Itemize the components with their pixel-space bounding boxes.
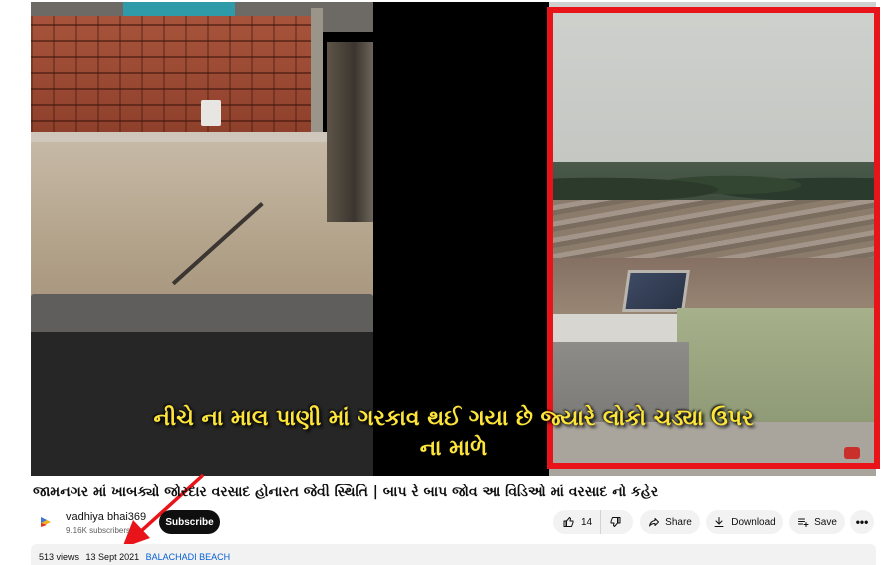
video-caption: નીચે ના માલ પાણી માં ગરકાવ થઈ ગયા છે જ્ય…	[31, 404, 876, 464]
dislike-button[interactable]	[601, 510, 629, 534]
share-label: Share	[665, 516, 692, 528]
save-button[interactable]: Save	[789, 510, 845, 534]
save-label: Save	[814, 516, 837, 528]
description-box[interactable]: 513 views 13 Sept 2021 BALACHADI BEACH	[31, 544, 876, 565]
video-title: જામનગર માં ખાબક્યો જોરદાર વરસાદ હોનારત જ…	[33, 484, 659, 500]
caption-line-1: નીચે ના માલ પાણી માં ગરકાવ થઈ ગયા છે જ્ય…	[153, 406, 754, 431]
view-count: 513 views	[39, 552, 80, 562]
like-button[interactable]: 14	[553, 510, 602, 534]
highlight-box	[547, 7, 880, 469]
download-icon	[714, 517, 724, 527]
more-actions-button[interactable]: •••	[850, 510, 874, 534]
caption-line-2: ના માળે	[419, 436, 488, 461]
hashtag-link[interactable]: BALACHADI BEACH	[146, 552, 231, 562]
subscribe-button[interactable]: Subscribe	[159, 510, 220, 534]
channel-name[interactable]: vadhiya bhai369	[66, 511, 146, 523]
save-playlist-icon	[798, 518, 809, 527]
download-label: Download	[731, 516, 776, 528]
like-count: 14	[581, 516, 593, 528]
channel-logo-icon	[41, 517, 51, 527]
download-button[interactable]: Download	[706, 510, 783, 534]
channel-watermark-icon	[844, 447, 860, 459]
like-dislike-group: 14	[553, 510, 633, 534]
upload-date: 13 Sept 2021	[85, 552, 140, 562]
thumbs-up-icon	[563, 517, 574, 527]
channel-avatar[interactable]	[36, 512, 56, 532]
share-button[interactable]: Share	[640, 510, 700, 534]
share-arrow-icon	[649, 518, 660, 527]
subscriber-count: 9.16K subscribers	[66, 526, 131, 535]
tiled-roof	[31, 16, 323, 138]
thumbs-down-icon	[610, 517, 621, 527]
